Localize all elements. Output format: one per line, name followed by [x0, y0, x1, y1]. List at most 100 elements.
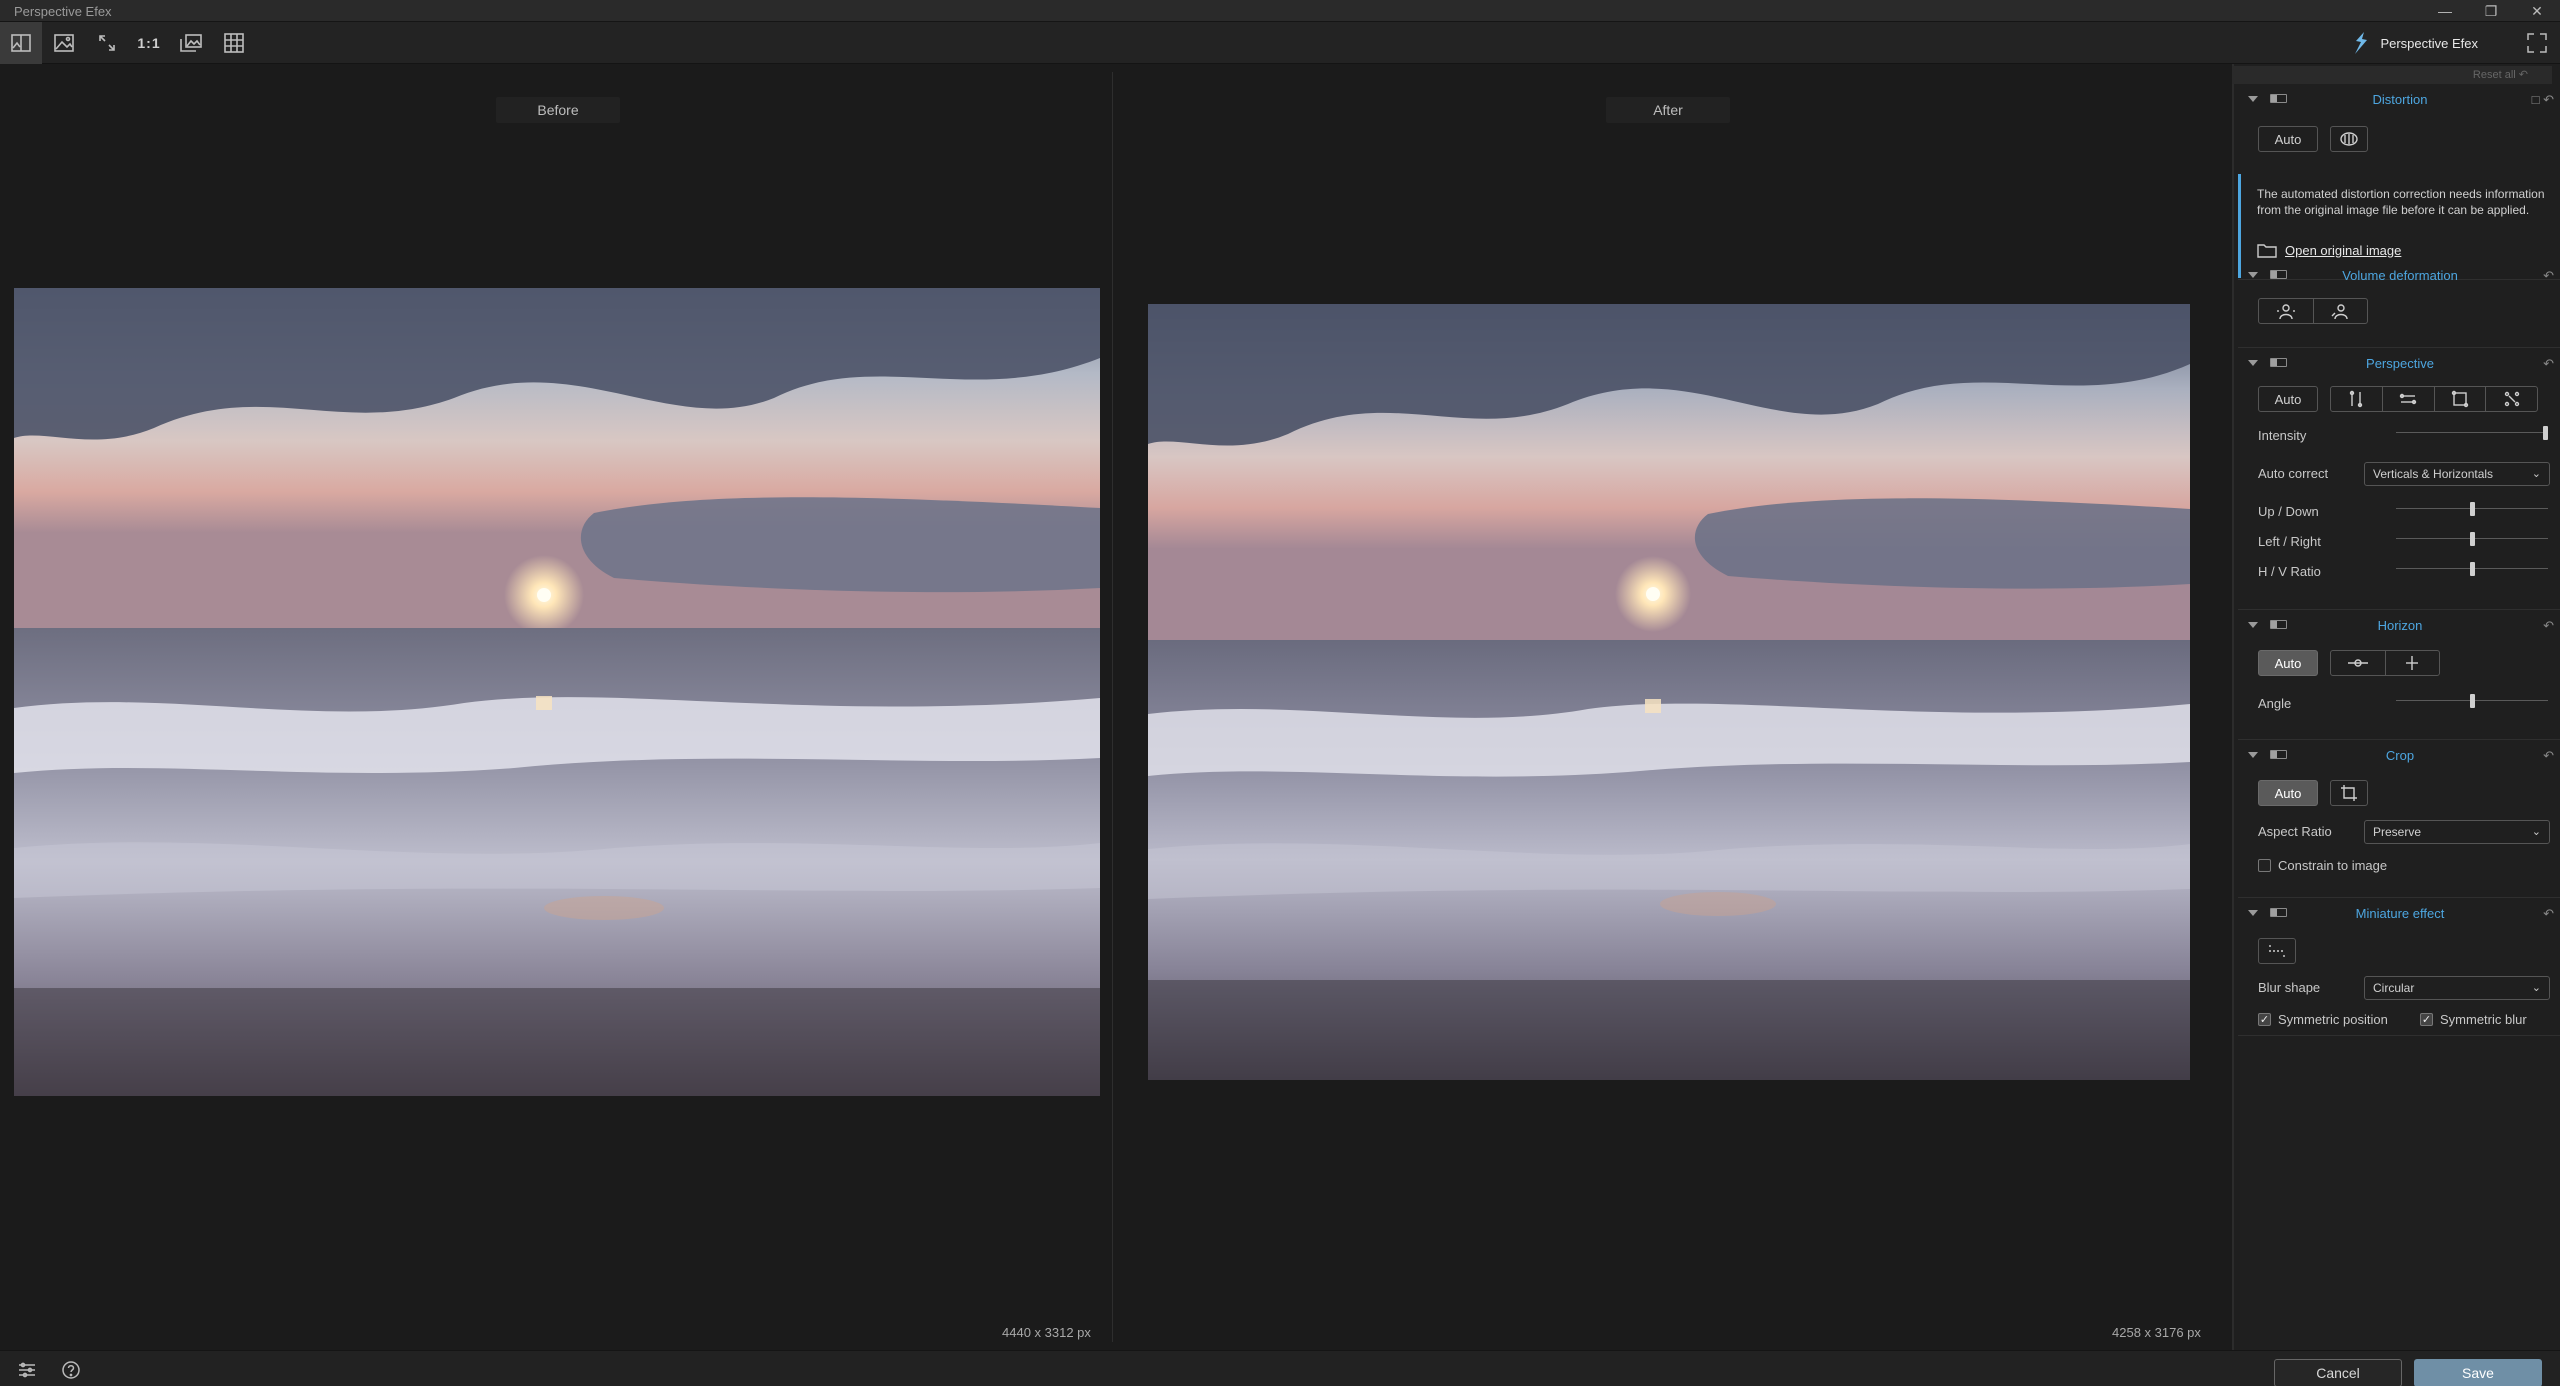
before-label: Before	[496, 97, 620, 123]
undo-icon[interactable]: ↶	[2543, 906, 2554, 922]
distortion-header[interactable]: Distortion □ ↶	[2238, 84, 2560, 114]
volume-deformation-section: Volume deformation ↶	[2238, 260, 2560, 348]
split-view-icon[interactable]	[0, 22, 42, 64]
distortion-section: Distortion □ ↶ Auto The automated distor…	[2238, 84, 2560, 280]
horizon-header[interactable]: Horizon ↶	[2238, 610, 2560, 640]
before-image[interactable]	[14, 288, 1100, 1096]
constrain-to-image-checkbox[interactable]: Constrain to image	[2258, 858, 2387, 873]
crop-header[interactable]: Crop ↶	[2238, 740, 2560, 770]
symmetric-position-checkbox[interactable]: ✓ Symmetric position	[2258, 1012, 2388, 1027]
auto-correct-label: Auto correct	[2258, 466, 2329, 481]
angle-slider[interactable]	[2396, 694, 2548, 708]
horizontal-lines-icon	[2399, 393, 2417, 405]
undo-icon[interactable]: □ ↶	[2532, 92, 2554, 108]
vertical-lines-icon	[2350, 390, 2363, 408]
horizon-line-icon	[2347, 659, 2368, 667]
blur-shape-select[interactable]: Circular ⌄	[2364, 976, 2550, 1000]
horizon-auto-button[interactable]: Auto	[2258, 650, 2318, 676]
help-icon[interactable]	[60, 1359, 82, 1381]
settings-sliders-icon[interactable]	[16, 1359, 38, 1381]
fit-view-icon[interactable]	[86, 22, 128, 64]
volume-mode-group	[2258, 298, 2368, 324]
preview-area: Before After 4440 x 3312 px 4258 x 3176 …	[0, 64, 2232, 1350]
checkbox-box[interactable]	[2258, 859, 2271, 872]
undo-icon[interactable]: ↶	[2543, 748, 2554, 764]
undo-icon[interactable]: ↶	[2543, 618, 2554, 634]
window-title: Perspective Efex	[14, 4, 112, 19]
crop-manual-button[interactable]	[2330, 780, 2368, 806]
undo-icon[interactable]: ↶	[2543, 356, 2554, 372]
after-image[interactable]	[1148, 304, 2190, 1080]
chevron-down-icon: ⌄	[2531, 468, 2541, 480]
slider-thumb[interactable]	[2470, 562, 2475, 576]
slider-thumb[interactable]	[2470, 532, 2475, 546]
restore-icon[interactable]: ❐	[2468, 0, 2514, 22]
aspect-ratio-select[interactable]: Preserve ⌄	[2364, 820, 2550, 844]
auto-correct-select[interactable]: Verticals & Horizontals ⌄	[2364, 462, 2550, 486]
horizon-title: Horizon	[2377, 618, 2423, 633]
horizontal-lines-button[interactable]	[2383, 387, 2435, 411]
checkbox-box[interactable]: ✓	[2258, 1013, 2271, 1026]
lens-distortion-button[interactable]	[2330, 126, 2368, 152]
volume-center-person-button[interactable]	[2259, 299, 2314, 323]
symmetric-blur-checkbox[interactable]: ✓ Symmetric blur	[2420, 1012, 2527, 1027]
undo-icon[interactable]: ↶	[2543, 268, 2554, 284]
person-side-icon	[2331, 304, 2348, 320]
volume-side-person-button[interactable]	[2314, 299, 2368, 323]
open-original-label: Open original image	[2285, 242, 2402, 258]
aspect-ratio-label: Aspect Ratio	[2258, 824, 2332, 839]
chevron-down-icon: ⌄	[2531, 826, 2541, 838]
before-dimensions: 4440 x 3312 px	[1002, 1325, 1091, 1340]
miniature-effect-section: Miniature effect ↶ Blur shape Circular ⌄…	[2238, 898, 2560, 1036]
after-dimensions: 4258 x 3176 px	[2112, 1325, 2201, 1340]
slider-thumb[interactable]	[2543, 426, 2548, 440]
hv-ratio-slider[interactable]	[2396, 562, 2548, 576]
single-view-icon[interactable]	[43, 22, 85, 64]
intensity-slider[interactable]	[2396, 426, 2548, 440]
perspective-auto-button[interactable]: Auto	[2258, 386, 2318, 412]
miniature-effect-header[interactable]: Miniature effect ↶	[2238, 898, 2560, 928]
rectangle-button[interactable]	[2435, 387, 2487, 411]
perspective-header[interactable]: Perspective ↶	[2238, 348, 2560, 378]
checkbox-box[interactable]: ✓	[2420, 1013, 2433, 1026]
title-bar: Perspective Efex — ❐ ✕	[0, 0, 2560, 22]
fullscreen-icon[interactable]	[2526, 32, 2548, 54]
crop-auto-button[interactable]: Auto	[2258, 780, 2318, 806]
cancel-button[interactable]: Cancel	[2274, 1359, 2402, 1386]
blur-band-icon	[2269, 945, 2285, 957]
vertical-lines-button[interactable]	[2331, 387, 2383, 411]
left-right-slider[interactable]	[2396, 532, 2548, 546]
minimize-icon[interactable]: —	[2422, 0, 2468, 22]
up-down-slider[interactable]	[2396, 502, 2548, 516]
save-button[interactable]: Save	[2414, 1359, 2542, 1386]
crop-title: Crop	[2385, 748, 2415, 763]
zoom-1-1-button[interactable]: 1:1	[128, 22, 170, 64]
horizon-mode-group	[2330, 650, 2440, 676]
symmetric-position-label: Symmetric position	[2278, 1012, 2388, 1027]
zoom-label: 1:1	[137, 35, 161, 51]
blur-shape-label: Blur shape	[2258, 980, 2321, 995]
hv-ratio-label: H / V Ratio	[2258, 564, 2321, 579]
crop-section: Crop ↶ Auto Aspect Ratio Preserve ⌄ Cons…	[2238, 740, 2560, 898]
points-icon	[2504, 391, 2519, 407]
distortion-auto-button[interactable]: Auto	[2258, 126, 2318, 152]
perspective-efex-logo-icon	[2355, 32, 2368, 54]
compare-icon[interactable]	[170, 22, 212, 64]
volume-deformation-header[interactable]: Volume deformation ↶	[2238, 260, 2560, 290]
close-icon[interactable]: ✕	[2514, 0, 2560, 22]
horizon-vertical-button[interactable]	[2386, 651, 2440, 675]
slider-thumb[interactable]	[2470, 694, 2475, 708]
slider-thumb[interactable]	[2470, 502, 2475, 516]
aspect-ratio-value: Preserve	[2373, 825, 2422, 839]
constrain-label: Constrain to image	[2278, 858, 2388, 873]
horizon-line-button[interactable]	[2331, 651, 2386, 675]
reset-all-button[interactable]: Reset all ↶	[2232, 66, 2552, 84]
lens-icon	[2340, 132, 2358, 146]
grid-icon[interactable]	[213, 22, 255, 64]
crop-icon	[2341, 785, 2357, 801]
settings-panel: Reset all ↶ Distortion □ ↶ Auto The auto…	[2232, 64, 2560, 1350]
open-original-image-link[interactable]: Open original image	[2257, 242, 2401, 258]
free-points-button[interactable]	[2486, 387, 2537, 411]
miniature-tool-button[interactable]	[2258, 938, 2296, 964]
split-divider[interactable]	[1112, 72, 1113, 1342]
